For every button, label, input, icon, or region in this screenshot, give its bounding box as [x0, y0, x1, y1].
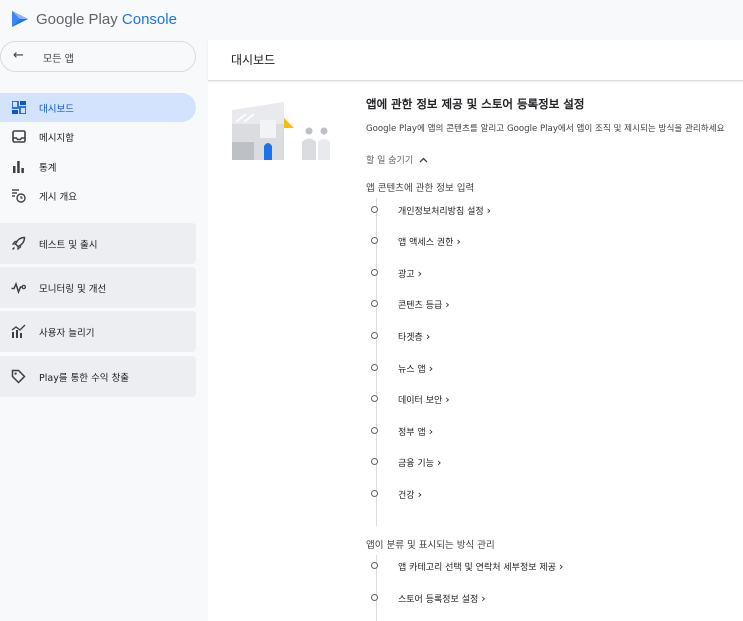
rocket-icon — [11, 236, 26, 251]
store-presence-heading: 앱이 분류 및 표시되는 방식 관리 — [366, 540, 495, 551]
task-status-dot — [371, 490, 378, 497]
task-timeline — [376, 198, 377, 526]
main-content: 대시보드 앱에 관한 정보 제공 및 스토어 등록정보 설정 Google Pl… — [208, 40, 743, 621]
sidebar-group-test-and-release[interactable]: 테스트 및 출시 — [0, 223, 196, 264]
task-label: 개인정보처리방침 설정 — [398, 204, 491, 217]
sidebar-item-inbox[interactable]: 메시지함 — [0, 122, 196, 151]
google-play-console-logo[interactable]: Google Play Console — [10, 8, 177, 30]
sidebar-item-statistics[interactable]: 통계 — [0, 152, 196, 181]
all-apps-label: 모든 앱 — [43, 54, 74, 65]
task-status-dot — [371, 562, 378, 569]
task-status-dot — [371, 594, 378, 601]
sidebar-group-label: 모니터링 및 개선 — [39, 284, 107, 295]
task-status-dot — [371, 237, 378, 244]
tag-icon — [11, 369, 26, 384]
sidebar-item-publishing-overview[interactable]: 게시 개요 — [0, 181, 196, 210]
hide-tasks-toggle[interactable]: 할 일 숨기기 — [366, 153, 428, 166]
task-label: 앱 액세스 권한 — [398, 235, 461, 248]
task-label: 스토어 등록정보 설정 — [398, 592, 486, 605]
store-listing-illustration — [232, 102, 330, 160]
play-console-logo-icon — [12, 11, 28, 27]
task-label: 건강 — [398, 488, 422, 501]
sidebar-item-label: 게시 개요 — [39, 191, 77, 203]
sidebar-item-label: 대시보드 — [39, 103, 74, 115]
hide-tasks-label: 할 일 숨기기 — [366, 156, 414, 166]
task-status-dot — [371, 427, 378, 434]
task-status-dot — [371, 269, 378, 276]
back-arrow-icon: ← — [13, 48, 24, 63]
sidebar-group-monitoring[interactable]: 모니터링 및 개선 — [0, 267, 196, 308]
publishing-schedule-icon — [11, 188, 26, 203]
section-title: 앱에 관한 정보 제공 및 스토어 등록정보 설정 — [366, 97, 585, 111]
all-apps-button[interactable]: ← 모든 앱 — [0, 41, 196, 72]
sidebar-item-label: 통계 — [39, 162, 57, 174]
task-label: 금융 기능 — [398, 456, 441, 469]
sidebar-item-label: 메시지함 — [39, 132, 74, 144]
sidebar: ← 모든 앱 대시보드 메시지함 통계 게시 개요 테스트 및 출시 모니터링 … — [0, 40, 200, 621]
inbox-icon — [11, 129, 26, 144]
task-label: 데이터 보안 — [398, 393, 450, 406]
sidebar-group-label: 사용자 늘리기 — [39, 328, 95, 339]
task-status-dot — [371, 395, 378, 402]
app-content-heading: 앱 콘텐츠에 관한 정보 입력 — [366, 183, 475, 194]
pulse-icon — [11, 280, 26, 295]
task-status-dot — [371, 332, 378, 339]
task-label: 정부 앱 — [398, 425, 433, 438]
sidebar-group-label: 테스트 및 출시 — [39, 240, 98, 251]
growth-chart-icon — [11, 324, 26, 339]
task-label: 콘텐츠 등급 — [398, 298, 450, 311]
sidebar-item-dashboard[interactable]: 대시보드 — [0, 93, 196, 122]
task-status-dot — [371, 206, 378, 213]
task-label: 앱 카테고리 선택 및 연락처 세부정보 제공 — [398, 560, 563, 573]
chevron-up-icon — [419, 157, 428, 162]
sidebar-group-label: Play를 통한 수익 창출 — [39, 373, 130, 384]
task-status-dot — [371, 458, 378, 465]
task-label: 광고 — [398, 267, 422, 280]
sidebar-group-monetize[interactable]: Play를 통한 수익 창출 — [0, 356, 196, 397]
section-description: Google Play에 앱의 콘텐츠를 알리고 Google Play에서 앱… — [366, 124, 725, 134]
bar-chart-icon — [11, 159, 26, 174]
task-label: 타겟층 — [398, 330, 430, 343]
sidebar-group-grow-users[interactable]: 사용자 늘리기 — [0, 311, 196, 352]
logo-text: Google Play Console — [36, 10, 177, 28]
page-title: 대시보드 — [231, 53, 276, 67]
dashboard-icon — [11, 100, 26, 115]
task-status-dot — [371, 364, 378, 371]
task-label: 뉴스 앱 — [398, 362, 433, 375]
task-status-dot — [371, 300, 378, 307]
page-header: 대시보드 — [208, 40, 743, 81]
